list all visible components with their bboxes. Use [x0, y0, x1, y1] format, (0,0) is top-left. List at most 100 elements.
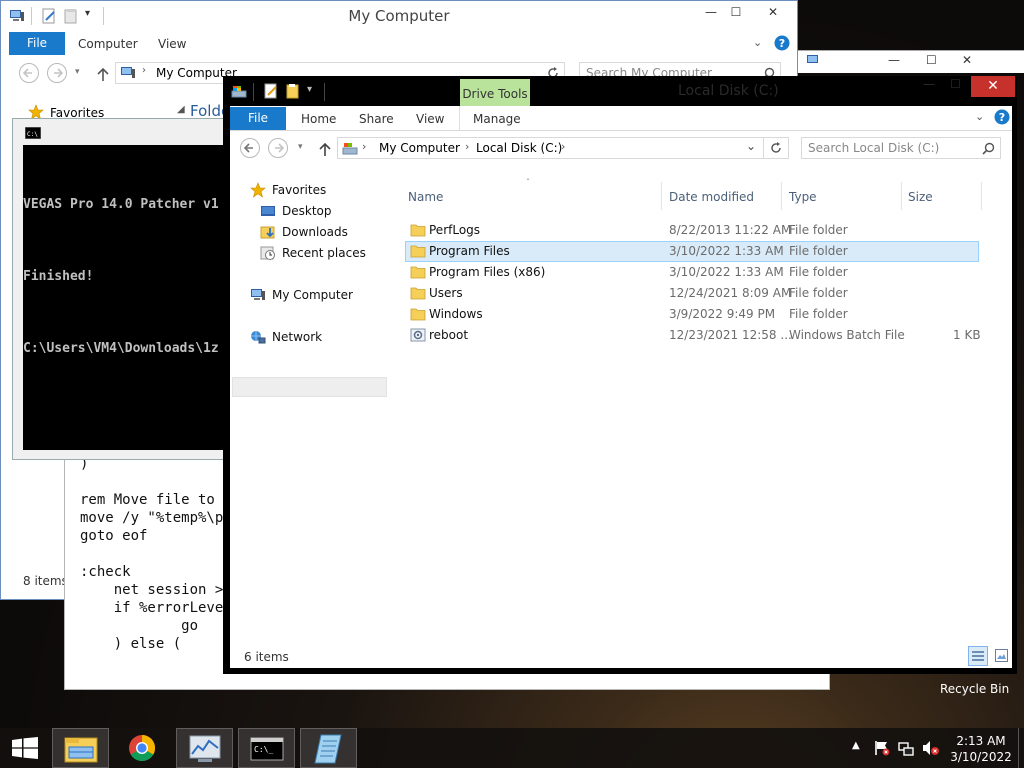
start-button[interactable] — [0, 728, 50, 768]
forward-button[interactable] — [268, 138, 288, 158]
close-button[interactable]: ✕ — [962, 53, 972, 67]
background-window-titlebar[interactable]: — ☐ ✕ — [798, 50, 1024, 73]
taskbar-command-prompt[interactable]: C:\_ — [238, 728, 295, 768]
recent-places-icon — [260, 246, 275, 260]
show-hidden-icons-button[interactable]: ▲ — [852, 740, 860, 751]
recent-locations-icon[interactable]: ▾ — [75, 67, 80, 77]
show-desktop-button[interactable] — [1018, 728, 1024, 768]
network-tray-icon[interactable] — [898, 740, 914, 756]
taskbar-file-explorer[interactable] — [52, 728, 109, 768]
address-dropdown-icon[interactable]: ⌄ — [746, 139, 756, 153]
up-arrow-icon[interactable] — [96, 66, 110, 82]
file-row[interactable]: Program Files 3/10/2022 1:33 AM File fol… — [405, 241, 979, 262]
tab-file[interactable]: File — [9, 32, 65, 55]
maximize-button[interactable]: ☐ — [721, 1, 751, 23]
svg-text:C:\: C:\ — [27, 131, 38, 138]
column-divider[interactable] — [661, 182, 662, 210]
nav-recent-places-label: Recent places — [282, 246, 366, 260]
taskbar-performance-monitor[interactable] — [176, 728, 233, 768]
nav-network[interactable]: Network — [230, 327, 390, 347]
nav-desktop[interactable]: Desktop — [230, 201, 390, 221]
taskbar-chrome[interactable] — [114, 728, 171, 768]
search-input[interactable]: Search Local Disk (C:) — [801, 137, 1001, 159]
tab-file[interactable]: File — [230, 107, 286, 130]
collapse-arrow-icon[interactable]: ◢ — [177, 104, 185, 115]
details-view-icon — [972, 651, 984, 661]
maximize-button[interactable]: ☐ — [950, 77, 961, 91]
taskbar-notepad[interactable] — [300, 728, 357, 768]
title-bar[interactable]: ▾ My Computer — ☐ ✕ — [1, 1, 797, 31]
nav-downloads[interactable]: Downloads — [230, 222, 390, 242]
notepad-text-content[interactable]: ) rem Move file to o move /y "%temp%\pr … — [80, 455, 232, 653]
back-button[interactable] — [240, 138, 260, 158]
address-bar[interactable]: › My Computer › Local Disk (C:) › ⌄ — [337, 137, 789, 159]
divider — [459, 106, 460, 130]
tab-manage[interactable]: Manage — [473, 112, 521, 126]
tab-view[interactable]: View — [416, 112, 444, 126]
recent-locations-icon[interactable]: ▾ — [298, 142, 303, 152]
drive-tools-contextual-tab[interactable]: Drive Tools — [460, 79, 530, 109]
back-button[interactable] — [19, 63, 39, 83]
column-divider[interactable] — [781, 182, 782, 210]
title-bar[interactable]: ▾ Drive Tools Local Disk (C:) — ☐ ✕ — [223, 76, 1017, 109]
expand-ribbon-icon[interactable]: ⌄ — [753, 36, 762, 49]
column-header-type[interactable]: Type — [789, 190, 817, 204]
file-row[interactable]: Program Files (x86) 3/10/2022 1:33 AM Fi… — [405, 262, 979, 283]
maximize-button[interactable]: ☐ — [926, 53, 937, 67]
recycle-bin-label[interactable]: Recycle Bin — [940, 682, 1009, 696]
customize-quick-access-icon[interactable]: ▾ — [307, 84, 312, 95]
folder-icon — [410, 308, 426, 321]
column-header-date[interactable]: Date modified — [669, 190, 754, 204]
breadcrumb-separator-icon[interactable]: › — [362, 140, 366, 153]
properties-icon[interactable] — [263, 83, 279, 99]
breadcrumb-my-computer[interactable]: My Computer — [379, 141, 460, 155]
command-prompt-icon: C:\_ — [250, 737, 284, 761]
command-prompt-icon[interactable]: C:\ — [25, 127, 41, 139]
action-center-flag-icon[interactable] — [874, 740, 890, 756]
nav-favorites[interactable]: Favorites — [230, 180, 390, 200]
close-button[interactable]: ✕ — [753, 1, 793, 23]
volume-muted-icon[interactable] — [922, 740, 940, 756]
address-row: ▾ › My Computer › Local Disk (C:) › ⌄ Se… — [230, 134, 1012, 162]
nav-my-computer[interactable]: My Computer — [230, 285, 390, 305]
close-button[interactable]: ✕ — [971, 76, 1015, 97]
tab-home[interactable]: Home — [301, 112, 336, 126]
file-row[interactable]: Users 12/24/2021 8:09 AM File folder — [405, 283, 979, 304]
large-icons-view-button[interactable] — [992, 646, 1012, 666]
breadcrumb-separator-icon[interactable]: › — [561, 140, 565, 153]
breadcrumb-local-disk[interactable]: Local Disk (C:) — [476, 141, 562, 155]
details-view-button[interactable] — [968, 646, 988, 666]
breadcrumb-separator-icon[interactable]: › — [465, 140, 469, 153]
expand-ribbon-icon[interactable]: ⌄ — [975, 110, 984, 123]
column-header-size[interactable]: Size — [908, 190, 933, 204]
console-output[interactable]: VEGAS Pro 14.0 Patcher v1 Finished! C:\U… — [23, 145, 228, 450]
system-clock[interactable]: 2:13 AM 3/10/2022 — [946, 733, 1016, 765]
tab-share[interactable]: Share — [359, 112, 394, 126]
nav-recent-places[interactable]: Recent places — [230, 243, 390, 263]
file-list: ˆ Name Date modified Type Size PerfLogs … — [405, 178, 1005, 660]
computer-icon — [806, 53, 822, 69]
minimize-button[interactable]: — — [923, 77, 935, 91]
status-item-count: 6 items — [244, 650, 289, 664]
command-prompt-window[interactable]: C:\ VEGAS Pro 14.0 Patcher v1 Finished! … — [12, 118, 228, 460]
nav-my-computer-label: My Computer — [272, 288, 353, 302]
refresh-button[interactable] — [763, 137, 789, 159]
column-divider[interactable] — [981, 182, 982, 210]
breadcrumb-separator-icon[interactable]: › — [142, 65, 146, 76]
drive-icon[interactable] — [231, 83, 247, 99]
file-row[interactable]: PerfLogs 8/22/2013 11:22 AM File folder — [405, 220, 979, 241]
column-divider[interactable] — [901, 182, 902, 210]
up-arrow-icon[interactable] — [318, 141, 332, 157]
file-row[interactable]: Windows 3/9/2022 9:49 PM File folder — [405, 304, 979, 325]
file-date: 3/10/2022 1:33 AM — [669, 244, 784, 258]
minimize-button[interactable]: — — [888, 53, 900, 67]
new-folder-icon[interactable] — [285, 83, 301, 99]
help-icon[interactable]: ? — [774, 35, 790, 51]
help-icon[interactable]: ? — [994, 109, 1010, 125]
tab-view[interactable]: View — [158, 37, 186, 51]
forward-button[interactable] — [47, 63, 67, 83]
column-header-name[interactable]: Name — [408, 190, 443, 204]
taskbar: C:\_ ▲ 2:13 AM 3/10/2022 — [0, 728, 1024, 768]
file-row[interactable]: reboot 12/23/2021 12:58 ... Windows Batc… — [405, 325, 981, 346]
tab-computer[interactable]: Computer — [78, 37, 138, 51]
